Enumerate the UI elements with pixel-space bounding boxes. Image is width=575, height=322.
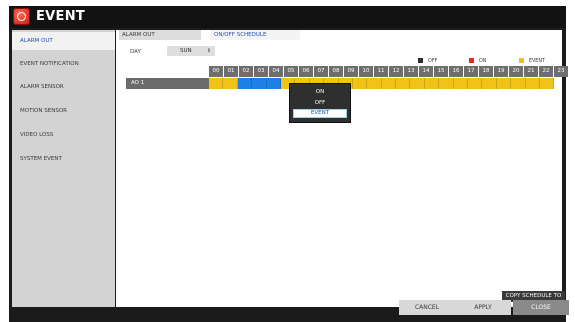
tab-on-off-schedule[interactable]: ON/OFF SCHEDULE bbox=[210, 30, 300, 40]
schedule-slot[interactable] bbox=[482, 78, 497, 89]
schedule-slot[interactable] bbox=[237, 78, 253, 89]
hour-cell: 05 bbox=[284, 66, 298, 77]
title-bar: EVENT bbox=[9, 6, 566, 28]
on-swatch bbox=[469, 58, 474, 63]
hour-cell: 03 bbox=[254, 66, 268, 77]
sidebar-item-alarm-out[interactable]: ALARM OUT bbox=[12, 32, 115, 50]
sidebar-item-event-notification[interactable]: EVENT NOTIFICATION bbox=[12, 55, 115, 73]
hour-cell: 09 bbox=[344, 66, 358, 77]
cancel-button[interactable]: CANCEL bbox=[399, 300, 455, 315]
popup-option-event[interactable]: EVENT bbox=[293, 109, 347, 118]
hour-cell: 12 bbox=[389, 66, 403, 77]
hour-cell: 08 bbox=[329, 66, 343, 77]
schedule-slot[interactable] bbox=[496, 78, 512, 89]
section-label: ALARM OUT bbox=[119, 30, 201, 40]
sidebar-item-motion-sensor[interactable]: MOTION SENSOR bbox=[12, 102, 115, 120]
schedule-slot[interactable] bbox=[367, 78, 382, 89]
schedule-slot[interactable] bbox=[252, 78, 267, 89]
schedule-slot[interactable] bbox=[396, 78, 411, 89]
legend-event: EVENT bbox=[519, 58, 545, 65]
hour-cell: 10 bbox=[359, 66, 373, 77]
schedule-slot[interactable] bbox=[525, 78, 540, 89]
schedule-slot[interactable] bbox=[511, 78, 526, 89]
hour-cell: 00 bbox=[209, 66, 223, 77]
close-button[interactable]: CLOSE bbox=[513, 300, 569, 315]
legend-off-label: OFF bbox=[428, 59, 438, 64]
legend-on: ON bbox=[469, 58, 486, 65]
legend-off: OFF bbox=[418, 58, 437, 65]
popup-option-on[interactable]: ON bbox=[293, 88, 347, 97]
sidebar-item-system-event[interactable]: SYSTEM EVENT bbox=[12, 150, 115, 168]
sidebar: ALARM OUT EVENT NOTIFICATION ALARM SENSO… bbox=[12, 30, 115, 307]
hour-cell: 13 bbox=[404, 66, 418, 77]
schedule-slot[interactable] bbox=[539, 78, 555, 89]
schedule-slot[interactable] bbox=[381, 78, 397, 89]
main-panel: ALARM OUT ON/OFF SCHEDULE DAY SUN ⇕ OFF … bbox=[116, 30, 568, 307]
hour-cell: 01 bbox=[224, 66, 238, 77]
hour-cell: 18 bbox=[479, 66, 493, 77]
schedule-row[interactable] bbox=[209, 78, 555, 89]
schedule-slot[interactable] bbox=[424, 78, 440, 89]
hour-cell: 15 bbox=[434, 66, 448, 77]
schedule-slot[interactable] bbox=[453, 78, 469, 89]
event-swatch bbox=[519, 58, 524, 63]
hour-cell: 19 bbox=[494, 66, 508, 77]
hour-cell: 14 bbox=[419, 66, 433, 77]
schedule-slot[interactable] bbox=[209, 78, 224, 89]
hour-cell: 17 bbox=[464, 66, 478, 77]
record-icon bbox=[13, 8, 30, 25]
schedule-slot[interactable] bbox=[410, 78, 425, 89]
schedule-mode-popup: ON OFF EVENT bbox=[289, 83, 351, 123]
hour-cell: 11 bbox=[374, 66, 388, 77]
day-select[interactable]: SUN ⇕ bbox=[167, 46, 215, 56]
day-value: SUN bbox=[180, 48, 192, 54]
hour-cell: 02 bbox=[239, 66, 253, 77]
sidebar-item-video-loss[interactable]: VIDEO LOSS bbox=[12, 126, 115, 144]
apply-button[interactable]: APPLY bbox=[455, 300, 511, 315]
day-label: DAY bbox=[130, 49, 141, 55]
alarm-row-label: AO 1 bbox=[126, 78, 215, 89]
popup-option-off[interactable]: OFF bbox=[293, 99, 347, 108]
hour-cell: 06 bbox=[299, 66, 313, 77]
hour-header-row: 00 01 02 03 04 05 06 07 08 09 10 11 12 13 14 15 16 17 18 19… bbox=[209, 66, 568, 77]
legend-on-label: ON bbox=[479, 59, 487, 64]
hour-cell: 23 bbox=[554, 66, 568, 77]
sidebar-item-alarm-sensor[interactable]: ALARM SENSOR bbox=[12, 78, 115, 96]
off-swatch bbox=[418, 58, 423, 63]
window-title: EVENT bbox=[36, 9, 86, 24]
hour-cell: 21 bbox=[524, 66, 538, 77]
hour-cell: 22 bbox=[539, 66, 553, 77]
schedule-slot[interactable] bbox=[468, 78, 483, 89]
legend-event-label: EVENT bbox=[529, 59, 545, 64]
chevron-updown-icon: ⇕ bbox=[206, 48, 211, 54]
schedule-slot[interactable] bbox=[266, 78, 281, 89]
schedule-slot[interactable] bbox=[352, 78, 368, 89]
schedule-slot[interactable] bbox=[223, 78, 238, 89]
hour-cell: 04 bbox=[269, 66, 283, 77]
hour-cell: 20 bbox=[509, 66, 523, 77]
schedule-slot[interactable] bbox=[439, 78, 454, 89]
hour-cell: 07 bbox=[314, 66, 328, 77]
hour-cell: 16 bbox=[449, 66, 463, 77]
